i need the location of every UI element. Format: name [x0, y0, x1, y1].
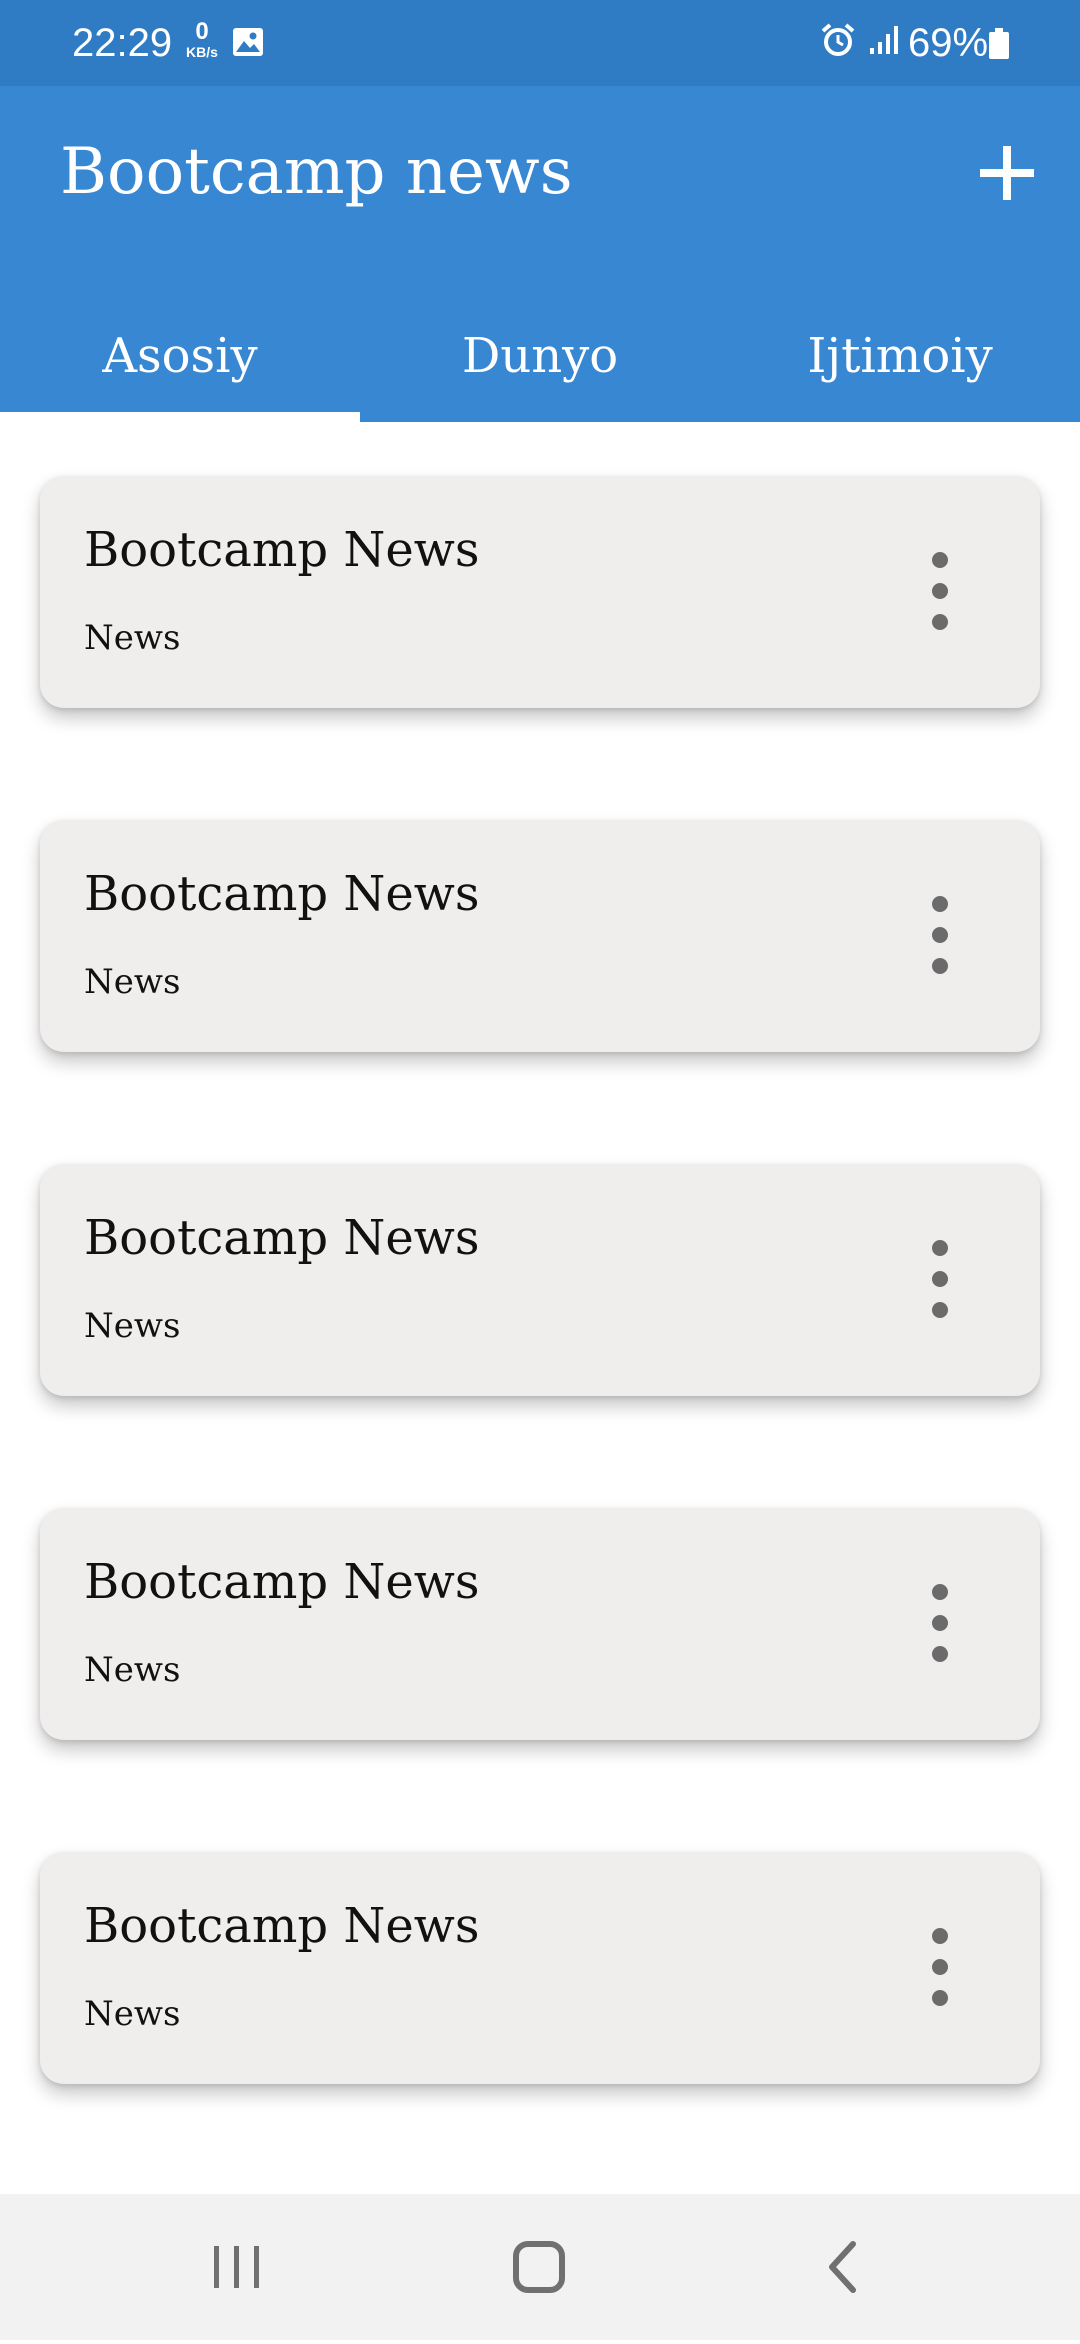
- news-card-title: Bootcamp News: [84, 1210, 480, 1266]
- data-rate-unit: KB/s: [186, 44, 218, 60]
- battery-icon: [988, 28, 1010, 65]
- image-icon: [232, 27, 264, 62]
- data-rate-indicator: 0 KB/s: [182, 18, 222, 61]
- system-nav-bar: [0, 2194, 1080, 2340]
- back-button[interactable]: [780, 2194, 900, 2340]
- selected-tab-indicator: [0, 412, 360, 422]
- plus-icon: [980, 146, 1034, 200]
- news-card-subtitle: News: [84, 618, 181, 658]
- data-rate-value: 0: [195, 18, 209, 45]
- more-vert-icon: [932, 896, 948, 974]
- news-card-title: Bootcamp News: [84, 1554, 480, 1610]
- news-card[interactable]: Bootcamp News News: [40, 1852, 1040, 2084]
- news-card[interactable]: Bootcamp News News: [40, 476, 1040, 708]
- more-vert-icon: [932, 1928, 948, 2006]
- recent-apps-icon: [214, 2246, 259, 2288]
- more-vert-icon: [932, 552, 948, 630]
- tab-ijtimoiy[interactable]: Ijtimoiy: [720, 296, 1080, 422]
- news-card-title: Bootcamp News: [84, 522, 480, 578]
- news-card[interactable]: Bootcamp News News: [40, 820, 1040, 1052]
- app-title: Bootcamp news: [60, 135, 573, 209]
- tab-bar: Asosiy Dunyo Ijtimoiy: [0, 296, 1080, 422]
- battery-percentage: 69%: [908, 21, 989, 65]
- more-options-button[interactable]: [910, 546, 970, 636]
- news-card[interactable]: Bootcamp News News: [40, 1508, 1040, 1740]
- home-icon: [513, 2241, 565, 2293]
- app-bar: Bootcamp news Asosiy Dunyo Ijtimoiy: [0, 86, 1080, 422]
- tab-dunyo[interactable]: Dunyo: [360, 296, 720, 422]
- news-card-subtitle: News: [84, 1994, 181, 2034]
- alarm-icon: [820, 22, 856, 63]
- news-card-subtitle: News: [84, 962, 181, 1002]
- more-options-button[interactable]: [910, 1922, 970, 2012]
- news-card-title: Bootcamp News: [84, 1898, 480, 1954]
- news-card-title: Bootcamp News: [84, 866, 480, 922]
- status-bar: 22:29 0 KB/s 69%: [0, 0, 1080, 86]
- more-options-button[interactable]: [910, 1234, 970, 1324]
- recent-apps-button[interactable]: [176, 2194, 296, 2340]
- news-card-subtitle: News: [84, 1650, 181, 1690]
- home-button[interactable]: [478, 2194, 598, 2340]
- tab-asosiy[interactable]: Asosiy: [0, 296, 360, 422]
- more-options-button[interactable]: [910, 890, 970, 980]
- more-vert-icon: [932, 1240, 948, 1318]
- back-icon: [829, 2241, 856, 2293]
- more-options-button[interactable]: [910, 1578, 970, 1668]
- more-vert-icon: [932, 1584, 948, 1662]
- news-card[interactable]: Bootcamp News News: [40, 1164, 1040, 1396]
- status-time: 22:29: [72, 21, 173, 65]
- news-card-subtitle: News: [84, 1306, 181, 1346]
- add-news-button[interactable]: [968, 134, 1046, 212]
- signal-icon: [868, 24, 900, 61]
